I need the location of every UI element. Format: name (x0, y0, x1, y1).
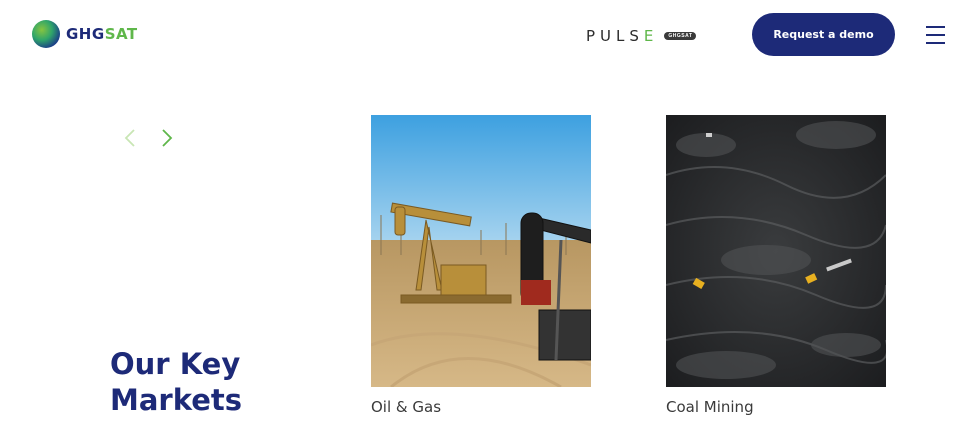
market-card-coal-mining[interactable]: Coal Mining (666, 115, 886, 416)
section-title: Our Key Markets (110, 347, 243, 417)
request-demo-button[interactable]: Request a demo (752, 13, 895, 56)
pulse-logo-text: PULSE (586, 27, 659, 45)
pulse-badge: GHGSAT (664, 32, 697, 40)
carousel-prev-button[interactable] (122, 127, 138, 149)
pulse-logo[interactable]: PULSE GHGSAT (586, 27, 697, 45)
chevron-right-icon (162, 129, 173, 147)
market-card-label: Oil & Gas (371, 398, 442, 416)
hamburger-menu-icon[interactable] (926, 26, 945, 44)
market-card-label: Coal Mining (666, 398, 754, 416)
ghgsat-logo-mark-icon (32, 20, 60, 48)
market-card-oil-gas[interactable]: Oil & Gas (371, 115, 591, 416)
site-header: GHGSAT PULSE GHGSAT Request a demo (0, 0, 960, 70)
oil-gas-image (371, 115, 591, 387)
carousel-next-button[interactable] (159, 127, 175, 149)
coal-mining-image (666, 115, 886, 387)
ghgsat-logo[interactable]: GHGSAT (32, 20, 138, 48)
logo-text: GHGSAT (66, 25, 138, 43)
chevron-left-icon (124, 129, 135, 147)
